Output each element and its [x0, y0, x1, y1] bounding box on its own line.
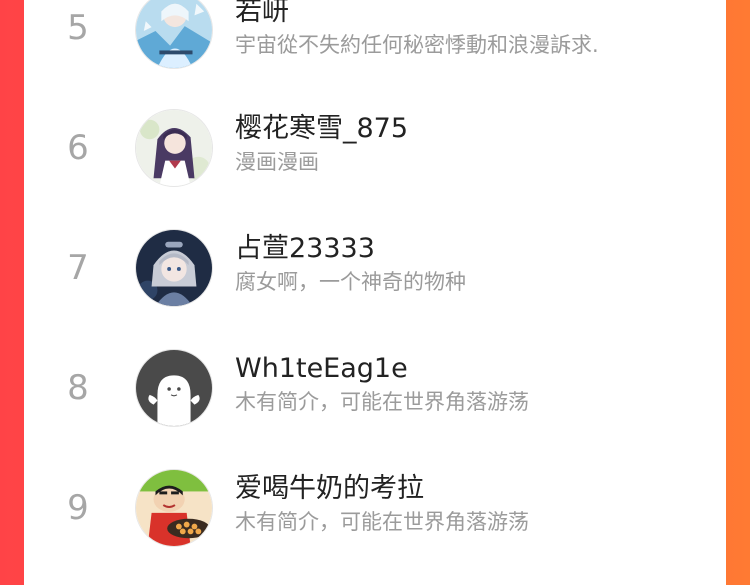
ranking-item[interactable]: 9 爱喝牛奶的考拉 木有简介，可能在世界角落游荡	[24, 450, 726, 570]
rank-number: 9	[67, 488, 89, 528]
ranking-item[interactable]: 5 若岍 宇宙從不失約任何秘密悸動和浪漫訴求.	[24, 0, 726, 90]
avatar-crayon-shin-chan-icon	[136, 470, 212, 546]
rank-number: 6	[67, 128, 89, 168]
avatar-anime-boy-icon	[136, 230, 212, 306]
rank-number: 5	[67, 8, 89, 48]
user-bio: 木有简介，可能在世界角落游荡	[235, 510, 529, 534]
user-bio: 漫画漫画	[235, 150, 319, 174]
user-bio: 宇宙從不失約任何秘密悸動和浪漫訴求.	[235, 33, 599, 57]
ranking-item[interactable]: 7 占萱23333 腐女啊，一个神奇的物种	[24, 210, 726, 330]
user-bio: 木有简介，可能在世界角落游荡	[235, 390, 529, 414]
user-avatar[interactable]	[135, 349, 213, 427]
avatar-default-ghost-icon	[136, 350, 212, 426]
ranking-list: 5 若岍 宇宙從不失約任何秘密悸動和浪漫訴求. 6 樱花寒雪_875 漫画漫画 …	[24, 0, 726, 585]
avatar-purple-hair-girl-icon	[136, 110, 212, 186]
ranking-item[interactable]: 6 樱花寒雪_875 漫画漫画	[24, 90, 726, 210]
user-name: 樱花寒雪_875	[235, 113, 409, 144]
user-bio: 腐女啊，一个神奇的物种	[235, 270, 466, 294]
user-avatar[interactable]	[135, 469, 213, 547]
user-avatar[interactable]	[135, 229, 213, 307]
user-avatar[interactable]	[135, 0, 213, 69]
user-name: 爱喝牛奶的考拉	[235, 473, 424, 504]
rank-number: 7	[67, 248, 89, 288]
user-name: 若岍	[235, 0, 289, 27]
user-name: Wh1teEag1e	[235, 353, 408, 384]
avatar-ice-princess-icon	[136, 0, 212, 68]
user-avatar[interactable]	[135, 109, 213, 187]
user-name: 占萱23333	[235, 233, 375, 264]
ranking-item[interactable]: 8 Wh1teEag1e 木有简介，可能在世界角落游荡	[24, 330, 726, 450]
rank-number: 8	[67, 368, 89, 408]
